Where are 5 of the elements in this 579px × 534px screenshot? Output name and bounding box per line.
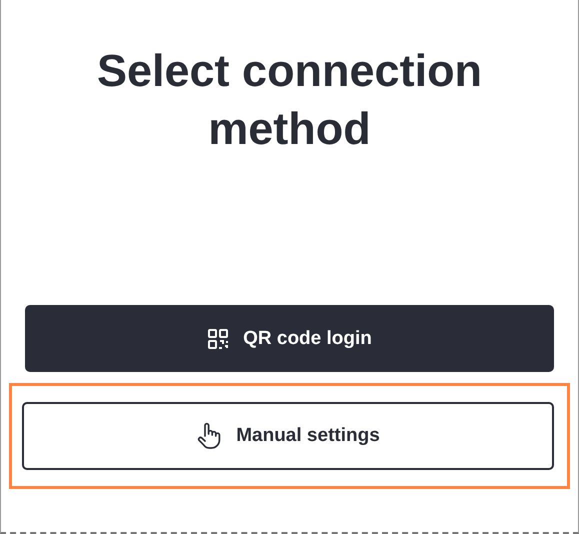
qr-code-icon: [207, 328, 230, 350]
page-title: Select connection method: [96, 44, 484, 156]
manual-settings-button[interactable]: Manual settings: [22, 402, 554, 470]
qr-login-button[interactable]: QR code login: [25, 305, 554, 372]
pointing-hand-icon: [196, 422, 222, 450]
